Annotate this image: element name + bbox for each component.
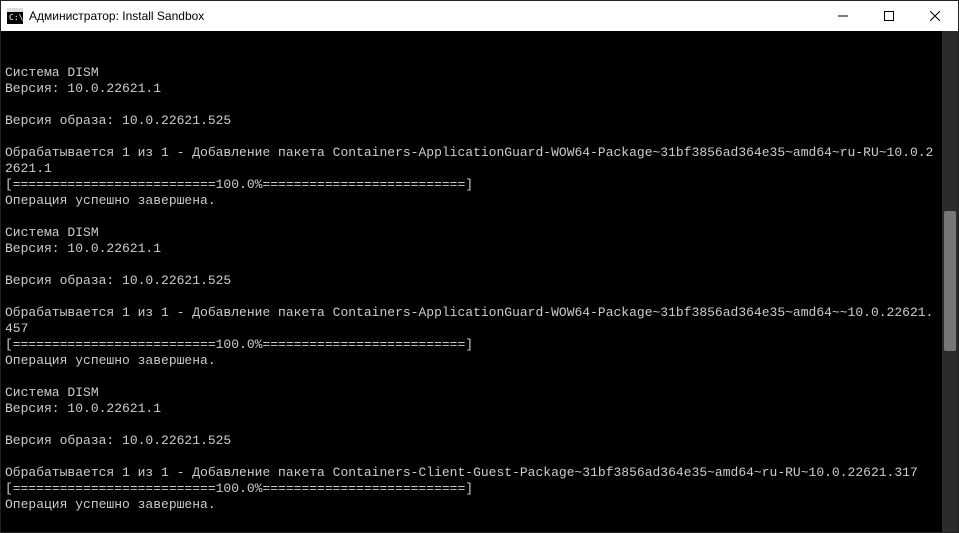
console-line: [5, 209, 936, 225]
console-line: Версия: 10.0.22621.1: [5, 81, 936, 97]
console-line: Операция успешно завершена.: [5, 193, 936, 209]
console-line: Cистема DISM: [5, 65, 936, 81]
scroll-thumb[interactable]: [944, 211, 956, 351]
console-line: Обрабатывается 1 из 1 - Добавление пакет…: [5, 145, 936, 177]
console-line: [==========================100.0%=======…: [5, 481, 936, 497]
console-line: Операция успешно завершена.: [5, 497, 936, 513]
console-line: Версия: 10.0.22621.1: [5, 401, 936, 417]
window-controls: [820, 1, 958, 31]
console-line: [==========================100.0%=======…: [5, 177, 936, 193]
console-line: [5, 417, 936, 433]
console-line: [==========================100.0%=======…: [5, 337, 936, 353]
console-line: Версия образа: 10.0.22621.525: [5, 273, 936, 289]
maximize-button[interactable]: [866, 1, 912, 31]
console-line: Версия: 10.0.22621.1: [5, 241, 936, 257]
console-line: [5, 129, 936, 145]
titlebar[interactable]: C:\ Администратор: Install Sandbox: [1, 1, 958, 31]
window-title: Администратор: Install Sandbox: [29, 9, 204, 23]
scrollbar[interactable]: [942, 31, 958, 532]
console-line: [5, 449, 936, 465]
cmd-icon: C:\: [7, 8, 23, 24]
console-line: Версия образа: 10.0.22621.525: [5, 433, 936, 449]
console-line: Обрабатывается 1 из 1 - Добавление пакет…: [5, 465, 936, 481]
window: C:\ Администратор: Install Sandbox Cисте…: [0, 0, 959, 533]
console-line: [5, 97, 936, 113]
console-content: Cистема DISMВерсия: 10.0.22621.1Версия о…: [5, 65, 954, 513]
console-output[interactable]: Cистема DISMВерсия: 10.0.22621.1Версия о…: [1, 31, 958, 532]
console-line: [5, 289, 936, 305]
console-line: Версия образа: 10.0.22621.525: [5, 113, 936, 129]
console-line: Cистема DISM: [5, 385, 936, 401]
svg-text:C:\: C:\: [9, 13, 23, 22]
console-line: Операция успешно завершена.: [5, 353, 936, 369]
console-line: Обрабатывается 1 из 1 - Добавление пакет…: [5, 305, 936, 337]
console-line: [5, 257, 936, 273]
console-line: Cистема DISM: [5, 225, 936, 241]
close-button[interactable]: [912, 1, 958, 31]
console-line: [5, 369, 936, 385]
minimize-button[interactable]: [820, 1, 866, 31]
